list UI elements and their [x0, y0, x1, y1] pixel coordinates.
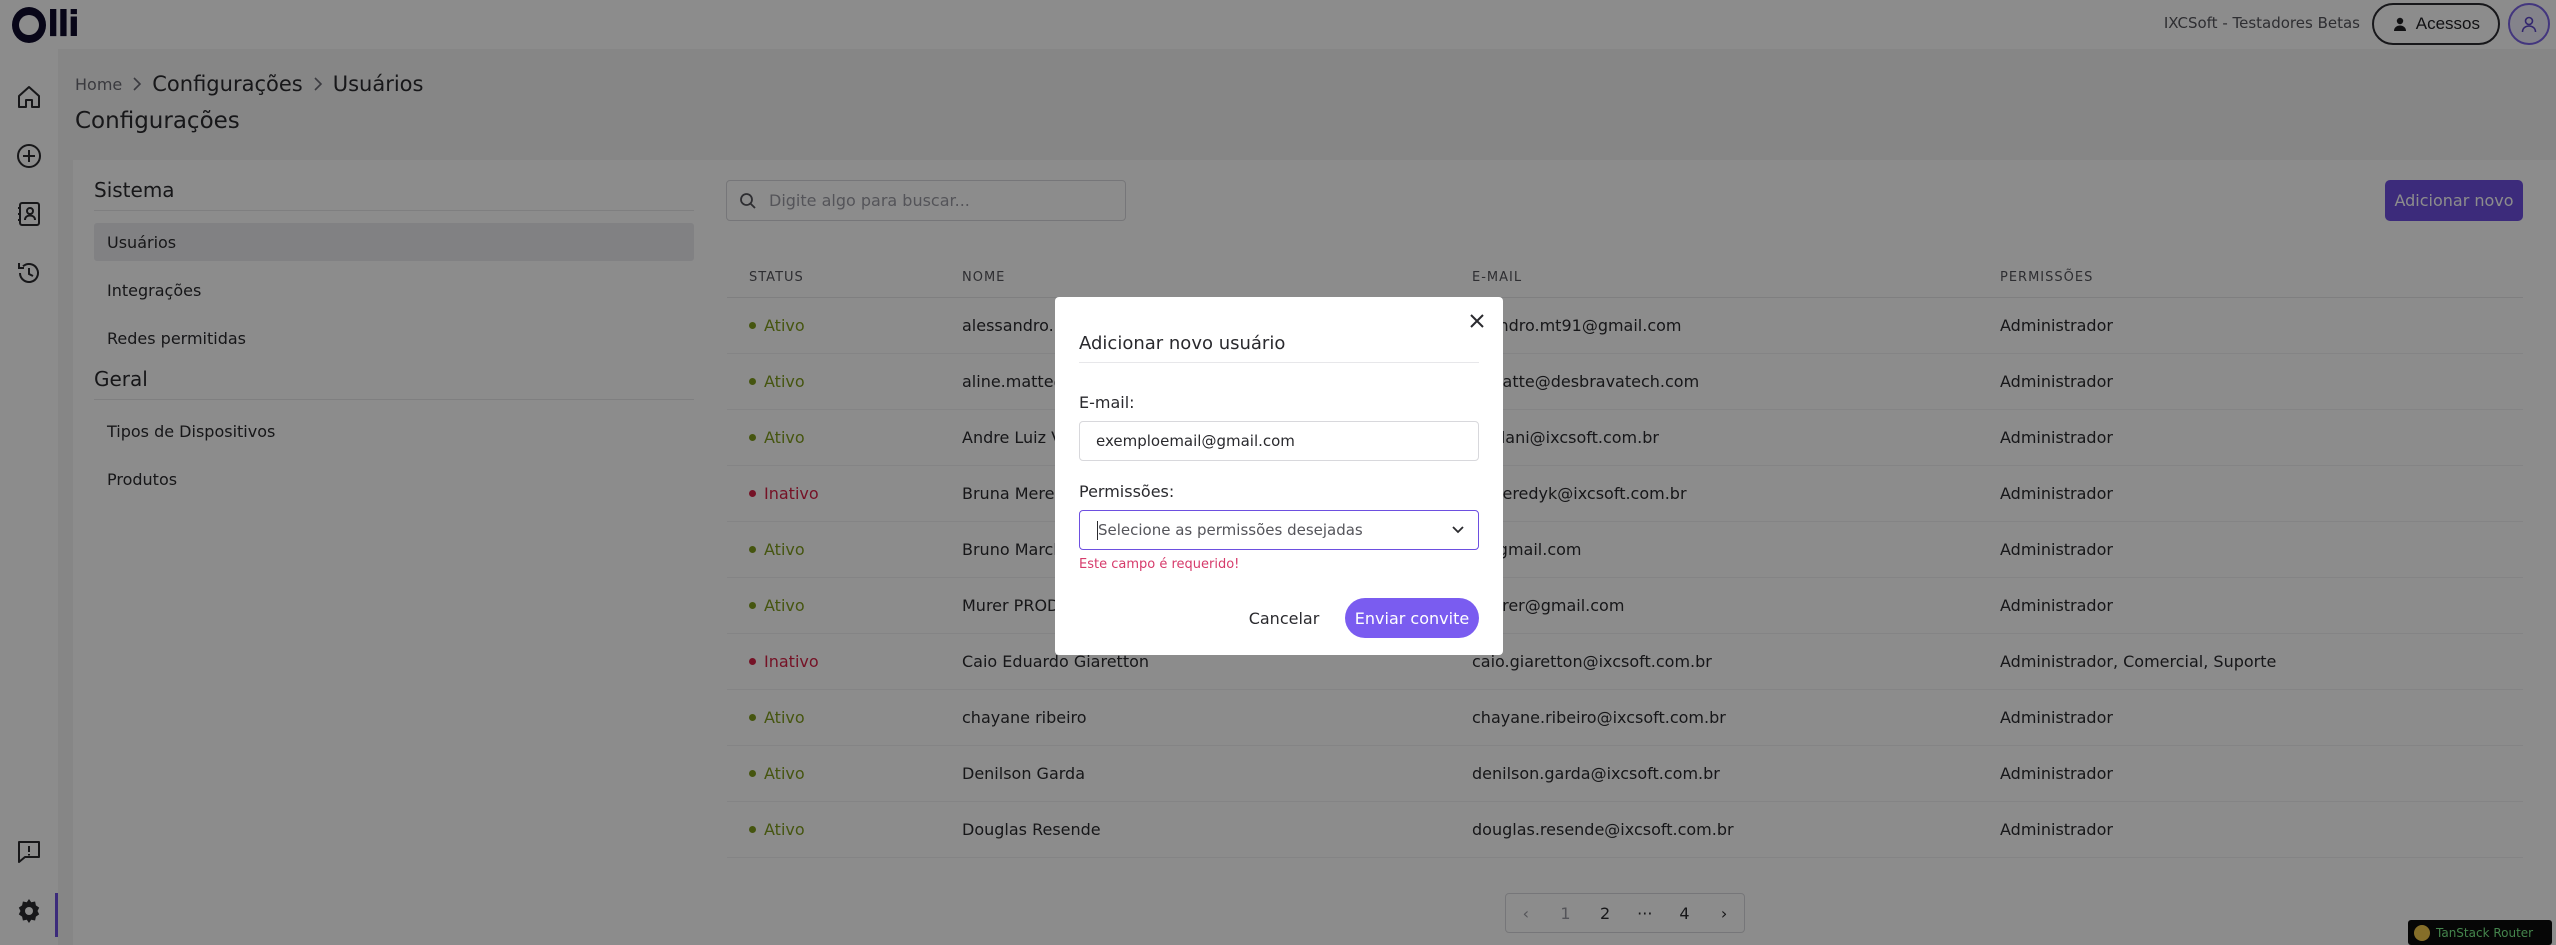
- cancel-button[interactable]: Cancelar: [1235, 598, 1333, 638]
- text-cursor: [1097, 521, 1098, 540]
- email-field-value: exemploemail@gmail.com: [1096, 432, 1295, 450]
- permissions-label: Permissões:: [1079, 482, 1175, 501]
- close-icon[interactable]: [1469, 313, 1485, 329]
- permissions-error: Este campo é requerido!: [1079, 557, 1240, 572]
- email-field[interactable]: exemploemail@gmail.com: [1079, 421, 1479, 461]
- add-user-dialog: Adicionar novo usuário E-mail: exemploem…: [1055, 297, 1503, 655]
- send-invite-button[interactable]: Enviar convite: [1345, 598, 1479, 638]
- dialog-divider: [1079, 362, 1479, 363]
- dialog-title: Adicionar novo usuário: [1079, 333, 1286, 354]
- chevron-down-icon[interactable]: [1452, 526, 1464, 534]
- email-label: E-mail:: [1079, 393, 1135, 412]
- permissions-select-placeholder: Selecione as permissões desejadas: [1098, 521, 1363, 539]
- permissions-select[interactable]: Selecione as permissões desejadas: [1079, 510, 1479, 550]
